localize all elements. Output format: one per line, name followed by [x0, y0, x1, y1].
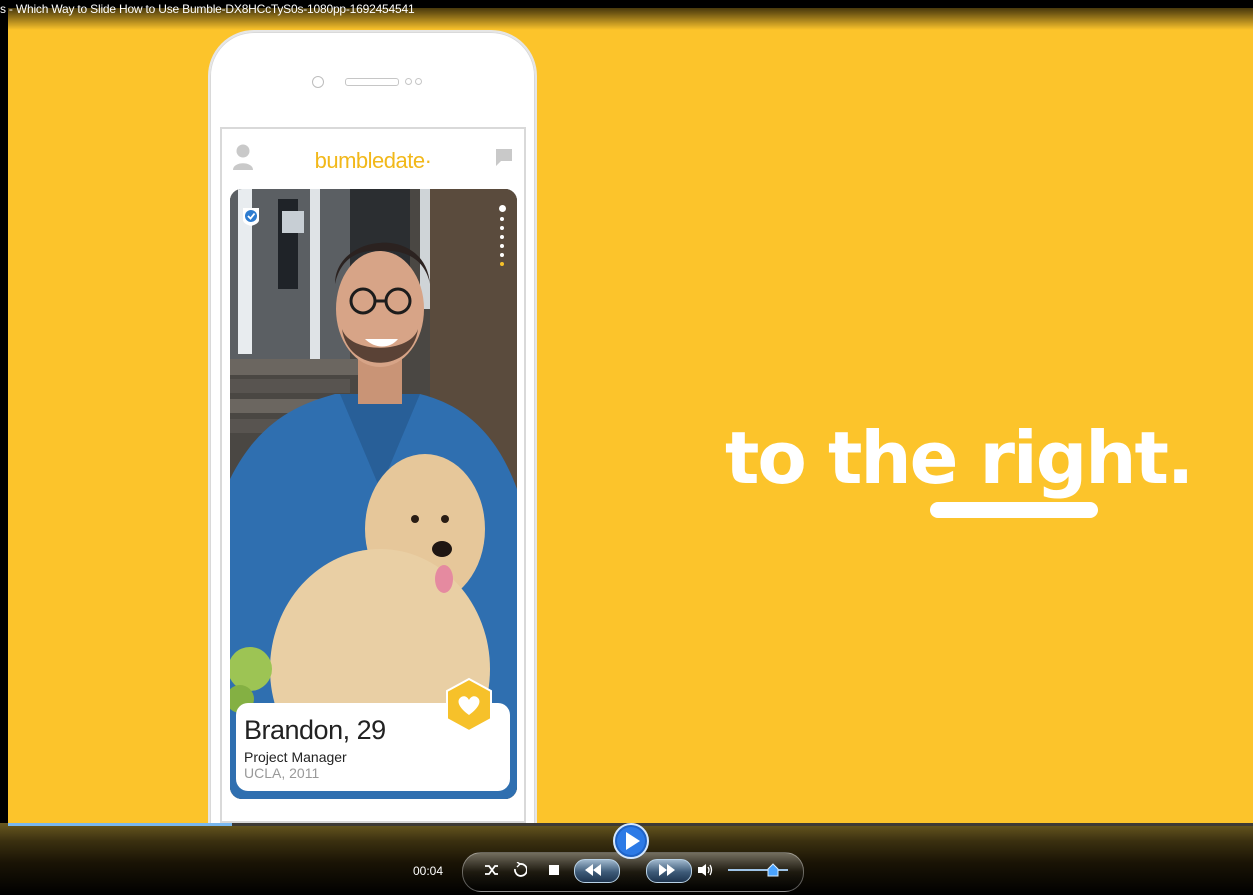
- volume-icon[interactable]: [697, 863, 715, 877]
- pagination-dot[interactable]: [500, 253, 504, 257]
- elapsed-time: 00:04: [413, 864, 444, 878]
- pagination-dot[interactable]: [498, 205, 506, 212]
- pagination-dot[interactable]: [500, 235, 504, 239]
- phone-screen: bumbledate· Brandon, 29 Project Manager …: [220, 127, 526, 823]
- volume-knob[interactable]: [767, 863, 779, 877]
- phone-camera: [312, 76, 324, 88]
- stop-icon[interactable]: [548, 864, 560, 876]
- profile-job: Project Manager: [244, 749, 347, 765]
- pagination-dot[interactable]: [500, 262, 504, 266]
- pagination-dot[interactable]: [500, 217, 504, 221]
- app-brand-logo: bumbledate·: [314, 148, 432, 173]
- phone-mockup: bumbledate· Brandon, 29 Project Manager …: [208, 30, 537, 823]
- previous-icon[interactable]: [584, 864, 602, 876]
- profile-school: UCLA, 2011: [244, 765, 320, 781]
- seek-progress: [8, 823, 232, 826]
- window-title: s - Which Way to Slide How to Use Bumble…: [0, 2, 415, 16]
- phone-sensor: [415, 78, 422, 85]
- play-icon[interactable]: [612, 822, 650, 860]
- photo-pagination: [498, 205, 506, 266]
- verified-check-icon: [243, 208, 259, 226]
- heart-icon[interactable]: [444, 677, 494, 733]
- shuffle-icon[interactable]: [484, 863, 500, 877]
- title-bar: s - Which Way to Slide How to Use Bumble…: [0, 0, 1253, 30]
- repeat-icon[interactable]: [513, 862, 527, 878]
- slogan-text: to the right.: [725, 416, 1194, 500]
- phone-speaker: [345, 78, 399, 86]
- pagination-dot[interactable]: [500, 226, 504, 230]
- next-icon[interactable]: [658, 864, 676, 876]
- profile-name: Brandon, 29: [244, 715, 386, 745]
- slogan-underline: [930, 502, 1098, 518]
- phone-sensor: [405, 78, 412, 85]
- volume-slider[interactable]: [728, 869, 788, 871]
- app-header: bumbledate·: [222, 129, 524, 184]
- pagination-dot[interactable]: [500, 244, 504, 248]
- video-frame[interactable]: bumbledate· Brandon, 29 Project Manager …: [8, 8, 1253, 823]
- profile-card[interactable]: Brandon, 29 Project Manager UCLA, 2011: [230, 189, 517, 799]
- chat-bubble-icon: [496, 149, 512, 166]
